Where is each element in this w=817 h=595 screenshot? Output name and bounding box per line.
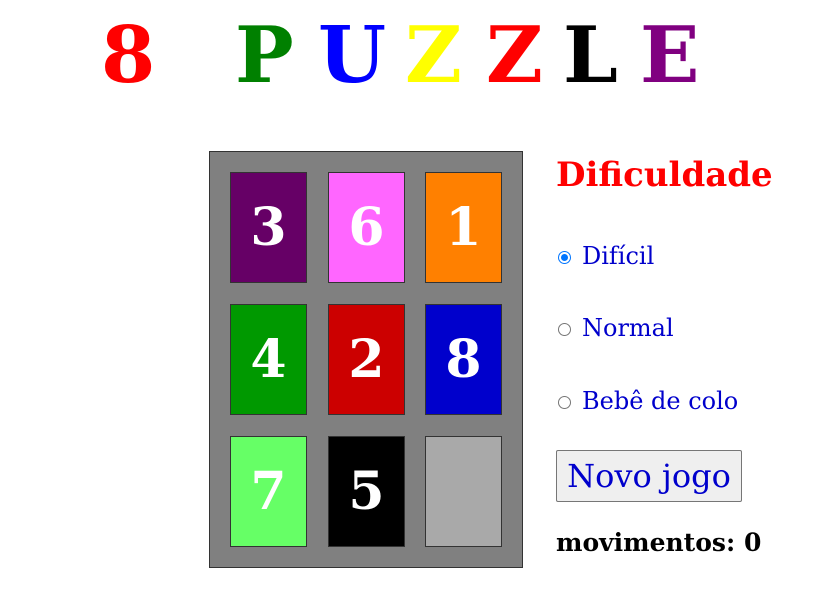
radio-normal[interactable] (558, 323, 571, 336)
difficulty-option-label: Normal (582, 314, 674, 342)
tile-5[interactable]: 5 (328, 436, 405, 547)
tile-4[interactable]: 4 (230, 304, 307, 415)
title-letter-8: 8 (101, 10, 156, 101)
difficulty-option-bebe-de-colo[interactable]: Bebê de colo (558, 387, 738, 415)
title-letter-z: Z (405, 10, 462, 101)
new-game-button[interactable]: Novo jogo (556, 450, 742, 502)
moves-counter: movimentos: 0 (556, 528, 761, 557)
tile-3[interactable]: 3 (230, 172, 307, 283)
tile-2[interactable]: 2 (328, 304, 405, 415)
moves-count: 0 (743, 528, 762, 557)
difficulty-option-normal[interactable]: Normal (558, 314, 674, 342)
tile-7[interactable]: 7 (230, 436, 307, 547)
difficulty-option-label: Bebê de colo (582, 387, 739, 415)
title-letter-l: L (563, 10, 618, 101)
moves-label: movimentos: (556, 528, 736, 557)
puzzle-board: 3 6 1 4 2 8 7 5 (209, 151, 523, 568)
title-letter-z-2: Z (486, 10, 543, 101)
title-letter-u: U (318, 10, 387, 101)
difficulty-heading: Dificuldade (556, 155, 773, 195)
radio-dificil[interactable] (558, 251, 571, 264)
difficulty-option-label: Difícil (582, 242, 655, 270)
tile-8[interactable]: 8 (425, 304, 502, 415)
title-letter-p: P (235, 10, 294, 101)
empty-tile (425, 436, 502, 547)
tile-6[interactable]: 6 (328, 172, 405, 283)
difficulty-option-dificil[interactable]: Difícil (558, 242, 654, 270)
game-title: 8 P U Z Z L E (0, 6, 817, 106)
tile-1[interactable]: 1 (425, 172, 502, 283)
title-letter-e: E (640, 10, 700, 101)
radio-bebe-de-colo[interactable] (558, 396, 571, 409)
